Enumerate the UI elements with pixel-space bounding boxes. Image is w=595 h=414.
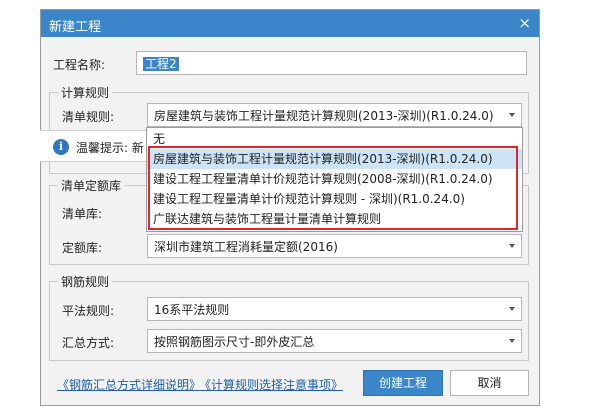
project-name-label: 工程名称: <box>53 58 106 72</box>
quota-library-value: 深圳市建筑工程消耗量定额(2016) <box>154 240 338 254</box>
flat-rule-select[interactable]: 16系平法规则 <box>147 297 522 321</box>
chevron-down-icon <box>509 307 515 311</box>
project-name-input[interactable]: 工程2 <box>136 51 527 75</box>
project-name-value: 工程2 <box>143 57 179 71</box>
calc-rule-notes-link[interactable]: 《计算规则选择注意事项》 <box>199 376 343 393</box>
bill-rule-select[interactable]: 房屋建筑与装饰工程计量规范计算规则(2013-深圳)(R1.0.24.0) <box>147 103 522 127</box>
bill-rule-dropdown-list: 无 房屋建筑与装饰工程计量规范计算规则(2013-深圳)(R1.0.24.0) … <box>146 127 523 232</box>
chevron-down-icon <box>509 339 515 343</box>
dropdown-option-none[interactable]: 无 <box>147 129 522 149</box>
chevron-down-icon <box>509 244 515 248</box>
quota-library-select[interactable]: 深圳市建筑工程消耗量定额(2016) <box>147 234 522 258</box>
dialog-title-bar: 新建工程 × <box>41 10 539 37</box>
create-project-button[interactable]: 创建工程 <box>363 370 443 396</box>
cancel-button[interactable]: 取消 <box>450 370 529 396</box>
hint-panel: i 温馨提示: 新 <box>40 130 155 162</box>
quota-library-legend: 清单定额库 <box>58 177 125 194</box>
dropdown-option-selected[interactable]: 房屋建筑与装饰工程计量规范计算规则(2013-深圳)(R1.0.24.0) <box>147 149 522 169</box>
dropdown-option[interactable]: 广联达建筑与装饰工程量计量清单计算规则 <box>147 209 522 229</box>
calc-rules-legend: 计算规则 <box>58 84 113 101</box>
rebar-summary-help-link[interactable]: 《钢筋汇总方式详细说明》 <box>57 376 201 393</box>
rebar-rules-legend: 钢筋规则 <box>58 273 113 290</box>
summary-method-label: 汇总方式: <box>62 336 115 350</box>
hint-text: 温馨提示: 新 <box>76 141 144 155</box>
bill-library-label: 清单库: <box>62 207 103 221</box>
flat-rule-value: 16系平法规则 <box>154 303 230 317</box>
summary-method-select[interactable]: 按照钢筋图示尺寸-即外皮汇总 <box>147 329 522 353</box>
flat-rule-label: 平法规则: <box>62 304 115 318</box>
dropdown-option[interactable]: 建设工程工程量清单计价规范计算规则(2008-深圳)(R1.0.24.0) <box>147 169 522 189</box>
quota-library-label: 定额库: <box>62 241 103 255</box>
bill-rule-label: 清单规则: <box>62 110 115 124</box>
dialog-title: 新建工程 <box>49 20 102 35</box>
bill-rule-value: 房屋建筑与装饰工程计量规范计算规则(2013-深圳)(R1.0.24.0) <box>154 109 494 123</box>
info-icon: i <box>53 139 69 155</box>
close-icon[interactable]: × <box>518 14 531 32</box>
summary-method-value: 按照钢筋图示尺寸-即外皮汇总 <box>154 335 315 349</box>
dropdown-option[interactable]: 建设工程工程量清单计价规范计算规则 - 深圳)(R1.0.24.0) <box>147 189 522 209</box>
chevron-down-icon <box>509 113 515 117</box>
